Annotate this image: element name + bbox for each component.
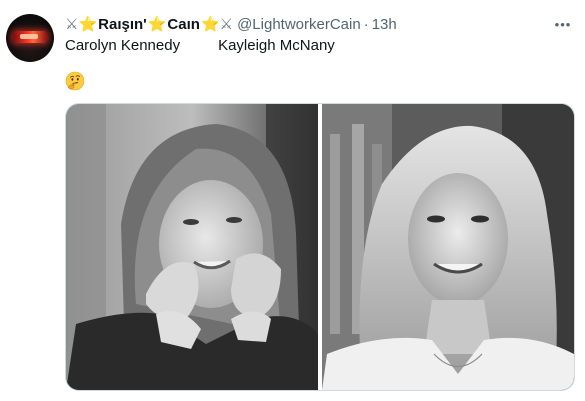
star-icon: ⭐	[200, 14, 220, 33]
caption-name-left: Carolyn Kennedy	[65, 37, 181, 54]
star-icon: ⭐	[147, 14, 167, 33]
display-name-last: Caın	[167, 15, 200, 33]
crossed-swords-icon: ⚔	[219, 14, 234, 33]
tweet-timestamp[interactable]: 13h	[372, 16, 397, 33]
photo-right[interactable]	[322, 104, 574, 390]
caption-name-right: Kayleigh McNany	[218, 37, 335, 54]
tweet-media[interactable]	[65, 103, 575, 391]
display-name-first: Raışın'	[98, 15, 147, 33]
crossed-swords-icon: ⚔	[65, 14, 79, 33]
tweet-text: Carolyn Kennedy Kayleigh McNany	[65, 37, 335, 54]
photo-left[interactable]	[66, 104, 318, 390]
more-options-icon[interactable]: •••	[553, 14, 573, 34]
tweet-header: ⚔ ⭐ Raışın' ⭐ Caın ⭐ ⚔ @LightworkerCain …	[65, 14, 397, 34]
separator-dot: ·	[363, 15, 369, 33]
star-icon: ⭐	[78, 14, 98, 33]
user-handle[interactable]: @LightworkerCain	[237, 16, 361, 33]
tweet[interactable]: ⚔ ⭐ Raışın' ⭐ Caın ⭐ ⚔ @LightworkerCain …	[0, 0, 585, 401]
thinking-face-icon	[65, 71, 85, 91]
display-name[interactable]: ⚔ ⭐ Raışın' ⭐ Caın ⭐ ⚔	[65, 16, 233, 33]
avatar[interactable]	[6, 14, 54, 62]
avatar-visor	[20, 34, 38, 39]
